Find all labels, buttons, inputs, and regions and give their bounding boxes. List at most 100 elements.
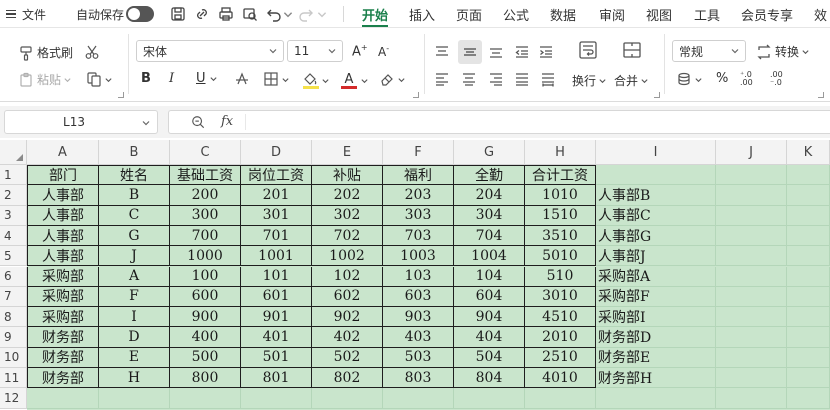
formula-input[interactable] bbox=[245, 114, 246, 130]
cell-g5[interactable]: 1004 bbox=[454, 246, 525, 267]
cell-g12[interactable] bbox=[454, 388, 525, 409]
cell-a4[interactable]: 人事部 bbox=[27, 225, 99, 247]
cell-c11[interactable]: 800 bbox=[170, 368, 241, 389]
name-box[interactable]: L13 bbox=[4, 110, 158, 134]
cell-j5[interactable] bbox=[716, 246, 787, 267]
cell-b12[interactable] bbox=[99, 388, 170, 409]
cell-f5[interactable]: 1003 bbox=[383, 246, 454, 267]
column-header-i[interactable]: I bbox=[596, 140, 716, 165]
increase-decimal-button[interactable]: ⁺.0.00 bbox=[740, 71, 753, 87]
row-header-6[interactable]: 6 bbox=[0, 266, 27, 287]
cell-e2[interactable]: 202 bbox=[312, 185, 383, 206]
tab-page[interactable]: 页面 bbox=[456, 5, 482, 24]
wrap-text-button[interactable]: 换行 bbox=[572, 72, 607, 89]
decrease-font-button[interactable]: A- bbox=[378, 44, 389, 59]
cell-d12[interactable] bbox=[241, 388, 312, 409]
cell-k7[interactable] bbox=[787, 286, 830, 308]
cell-b3[interactable]: C bbox=[99, 205, 170, 226]
column-header-k[interactable]: K bbox=[787, 140, 830, 165]
cell-h2[interactable]: 1010 bbox=[525, 185, 596, 206]
cell-i4[interactable]: 人事部G bbox=[596, 225, 716, 247]
cell-e1[interactable]: 补贴 bbox=[312, 165, 383, 186]
cell-d9[interactable]: 401 bbox=[241, 327, 312, 348]
cell-a5[interactable]: 人事部 bbox=[27, 246, 99, 267]
tab-review[interactable]: 审阅 bbox=[599, 5, 625, 24]
cell-d2[interactable]: 201 bbox=[241, 185, 312, 206]
tab-effects[interactable]: 效 bbox=[814, 5, 827, 24]
cell-f7[interactable]: 603 bbox=[383, 286, 454, 308]
cell-i5[interactable]: 人事部J bbox=[596, 246, 716, 267]
align-top-button[interactable] bbox=[434, 44, 450, 60]
cell-b8[interactable]: I bbox=[99, 307, 170, 328]
row-header-4[interactable]: 4 bbox=[0, 225, 27, 247]
undo-dropdown-icon[interactable] bbox=[282, 4, 294, 24]
chevron-down-icon[interactable] bbox=[360, 76, 369, 85]
cell-i11[interactable]: 财务部H bbox=[596, 368, 716, 389]
zoom-icon[interactable] bbox=[191, 115, 205, 129]
autosave-toggle[interactable] bbox=[126, 6, 154, 22]
row-header-12[interactable]: 12 bbox=[0, 388, 27, 409]
cell-d3[interactable]: 301 bbox=[241, 205, 312, 226]
tab-insert[interactable]: 插入 bbox=[409, 5, 435, 24]
cell-c1[interactable]: 基础工资 bbox=[170, 165, 241, 186]
cell-i8[interactable]: 采购部I bbox=[596, 307, 716, 328]
cell-d10[interactable]: 501 bbox=[241, 347, 312, 368]
cell-e8[interactable]: 902 bbox=[312, 307, 383, 328]
share-icon[interactable] bbox=[192, 4, 212, 24]
cell-b11[interactable]: H bbox=[99, 368, 170, 389]
cell-e3[interactable]: 302 bbox=[312, 205, 383, 226]
cell-c12[interactable] bbox=[170, 388, 241, 409]
column-header-c[interactable]: C bbox=[170, 140, 241, 165]
cell-i7[interactable]: 采购部F bbox=[596, 286, 716, 308]
clipboard-dialog-launcher[interactable] bbox=[118, 92, 124, 98]
cell-i9[interactable]: 财务部D bbox=[596, 327, 716, 348]
cell-k9[interactable] bbox=[787, 327, 830, 348]
cell-j6[interactable] bbox=[716, 266, 787, 287]
cell-k12[interactable] bbox=[787, 388, 830, 409]
clear-format-button[interactable] bbox=[379, 71, 406, 87]
cut-button[interactable] bbox=[84, 44, 100, 60]
cell-e10[interactable]: 502 bbox=[312, 347, 383, 368]
cell-f6[interactable]: 103 bbox=[383, 266, 454, 287]
alignment-dialog-launcher[interactable] bbox=[654, 92, 660, 98]
merge-cells-icon[interactable] bbox=[622, 40, 642, 60]
cell-c5[interactable]: 1000 bbox=[170, 246, 241, 267]
cell-f11[interactable]: 803 bbox=[383, 368, 454, 389]
tab-view[interactable]: 视图 bbox=[646, 5, 672, 24]
cell-d4[interactable]: 701 bbox=[241, 225, 312, 247]
cell-j8[interactable] bbox=[716, 307, 787, 328]
align-middle-button[interactable] bbox=[458, 40, 482, 64]
fill-color-button[interactable] bbox=[302, 69, 320, 89]
cell-a2[interactable]: 人事部 bbox=[27, 185, 99, 206]
cell-f3[interactable]: 303 bbox=[383, 205, 454, 226]
save-icon[interactable] bbox=[168, 4, 188, 24]
cell-a11[interactable]: 财务部 bbox=[27, 368, 99, 389]
cell-f10[interactable]: 503 bbox=[383, 347, 454, 368]
file-menu[interactable]: 文件 bbox=[6, 5, 46, 23]
cell-k6[interactable] bbox=[787, 266, 830, 287]
cell-h1[interactable]: 合计工资 bbox=[525, 165, 596, 186]
cell-e4[interactable]: 702 bbox=[312, 225, 383, 247]
format-painter-button[interactable]: 格式刷 bbox=[18, 44, 73, 61]
cell-i1[interactable] bbox=[596, 165, 716, 186]
column-header-e[interactable]: E bbox=[312, 140, 383, 165]
cell-d6[interactable]: 101 bbox=[241, 266, 312, 287]
decrease-indent-button[interactable] bbox=[514, 44, 530, 60]
cell-f9[interactable]: 403 bbox=[383, 327, 454, 348]
cell-b1[interactable]: 姓名 bbox=[99, 165, 170, 186]
tab-data[interactable]: 数据 bbox=[550, 5, 576, 24]
cell-c10[interactable]: 500 bbox=[170, 347, 241, 368]
distribute-button[interactable] bbox=[540, 71, 556, 87]
cell-k1[interactable] bbox=[787, 165, 830, 186]
cell-k3[interactable] bbox=[787, 205, 830, 226]
print-icon[interactable] bbox=[216, 4, 236, 24]
cell-f8[interactable]: 903 bbox=[383, 307, 454, 328]
copy-button[interactable] bbox=[86, 71, 113, 87]
font-color-button[interactable]: A bbox=[340, 69, 358, 89]
paste-button[interactable]: 粘贴 bbox=[18, 71, 72, 88]
align-left-button[interactable] bbox=[434, 71, 450, 87]
row-header-1[interactable]: 1 bbox=[0, 165, 27, 186]
underline-button[interactable]: U bbox=[196, 71, 218, 86]
bold-button[interactable]: B bbox=[141, 71, 151, 86]
cell-j11[interactable] bbox=[716, 368, 787, 389]
